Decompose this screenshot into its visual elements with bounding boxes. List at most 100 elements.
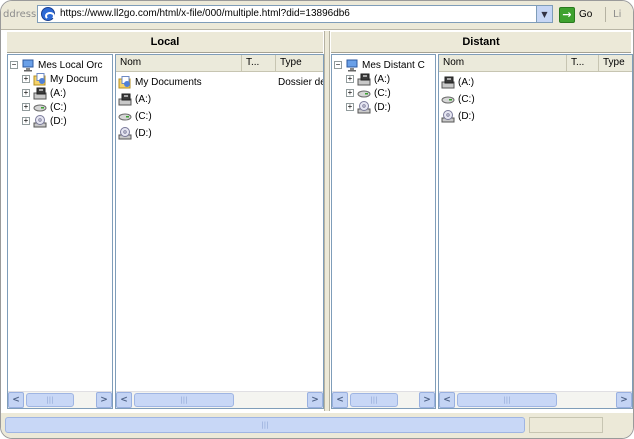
distant-tree-item-d[interactable]: + (D:) bbox=[346, 100, 391, 114]
local-panel-header: Local bbox=[7, 32, 323, 53]
hard-drive-icon bbox=[441, 93, 455, 106]
tree-label: (C:) bbox=[374, 87, 391, 99]
distant-tree-item-a[interactable]: + (A:) bbox=[346, 72, 390, 86]
local-list-hscrollbar[interactable]: < ||| > bbox=[116, 391, 323, 408]
tree-label: My Docum bbox=[50, 73, 98, 85]
expand-icon[interactable]: + bbox=[346, 103, 354, 111]
tree-label: (D:) bbox=[374, 101, 391, 113]
distant-tree-pane[interactable]: − Mes Distant C + (A:) + (C:) + (D:) < |… bbox=[331, 54, 436, 409]
distant-column-header: Nom T... Type bbox=[439, 55, 632, 72]
cd-drive-icon bbox=[33, 114, 47, 128]
status-panel bbox=[529, 417, 603, 433]
go-button[interactable]: → Go bbox=[559, 6, 592, 23]
scroll-left-icon[interactable]: < bbox=[116, 392, 132, 408]
column-type[interactable]: Type bbox=[276, 55, 323, 71]
column-type[interactable]: Type bbox=[599, 55, 632, 71]
my-documents-icon bbox=[118, 75, 132, 89]
expand-icon[interactable]: + bbox=[22, 117, 30, 125]
cd-drive-icon bbox=[118, 126, 132, 140]
local-tree-item-d[interactable]: + (D:) bbox=[22, 114, 67, 128]
expand-icon[interactable]: + bbox=[346, 89, 354, 97]
scroll-right-icon[interactable]: > bbox=[307, 392, 323, 408]
address-label: ddress bbox=[3, 9, 37, 20]
tree-label: (D:) bbox=[50, 115, 67, 127]
panel-splitter[interactable] bbox=[324, 31, 330, 411]
floppy-drive-icon bbox=[33, 87, 47, 100]
toolbar-separator bbox=[605, 7, 606, 22]
local-tree-item-a[interactable]: + (A:) bbox=[22, 86, 66, 100]
item-name: (D:) bbox=[458, 110, 475, 122]
cd-drive-icon bbox=[357, 100, 371, 114]
go-arrow-icon: → bbox=[559, 6, 575, 23]
expand-icon[interactable]: + bbox=[22, 75, 30, 83]
scroll-thumb[interactable]: ||| bbox=[350, 393, 398, 407]
item-name: (A:) bbox=[135, 93, 152, 105]
computer-icon bbox=[345, 59, 359, 72]
scroll-left-icon[interactable]: < bbox=[332, 392, 348, 408]
tree-label: Mes Distant C bbox=[362, 59, 425, 71]
item-name: (C:) bbox=[135, 110, 152, 122]
scroll-right-icon[interactable]: > bbox=[96, 392, 112, 408]
local-tree-pane[interactable]: − Mes Local Orc + My Docum + (A:) + (C:)… bbox=[7, 54, 113, 409]
app-window: ddress https://www.ll2go.com/html/x-file… bbox=[0, 0, 634, 439]
go-label: Go bbox=[579, 9, 593, 20]
distant-panel-header: Distant bbox=[331, 32, 631, 53]
list-item[interactable]: (A:) bbox=[441, 74, 474, 90]
hard-drive-icon bbox=[33, 101, 47, 114]
collapse-icon[interactable]: − bbox=[10, 61, 18, 69]
column-name[interactable]: Nom bbox=[439, 55, 567, 71]
local-tree-item-c[interactable]: + (C:) bbox=[22, 100, 67, 114]
item-name: (A:) bbox=[458, 76, 475, 88]
list-item[interactable]: (D:) bbox=[118, 125, 152, 141]
floppy-drive-icon bbox=[118, 93, 132, 106]
status-bar: ||| bbox=[1, 413, 633, 438]
scroll-thumb[interactable]: ||| bbox=[134, 393, 234, 407]
list-item[interactable]: (C:) bbox=[118, 108, 152, 124]
item-name: (C:) bbox=[458, 93, 475, 105]
local-tree-item-mydocs[interactable]: + My Docum bbox=[22, 72, 98, 86]
distant-tree-item-c[interactable]: + (C:) bbox=[346, 86, 391, 100]
scroll-left-icon[interactable]: < bbox=[439, 392, 455, 408]
floppy-drive-icon bbox=[357, 73, 371, 86]
list-item[interactable]: (C:) bbox=[441, 91, 475, 107]
distant-tree-hscrollbar[interactable]: < ||| > bbox=[332, 391, 435, 408]
local-tree-root[interactable]: − Mes Local Orc bbox=[10, 58, 102, 72]
hard-drive-icon bbox=[357, 87, 371, 100]
expand-icon[interactable]: + bbox=[22, 89, 30, 97]
scroll-right-icon[interactable]: > bbox=[419, 392, 435, 408]
scroll-thumb[interactable]: ||| bbox=[26, 393, 74, 407]
local-tree-hscrollbar[interactable]: < ||| > bbox=[8, 391, 112, 408]
tree-label: (A:) bbox=[374, 73, 391, 85]
distant-list-hscrollbar[interactable]: < ||| > bbox=[439, 391, 632, 408]
cd-drive-icon bbox=[441, 109, 455, 123]
list-item[interactable]: My Documents Dossier de bbox=[118, 74, 323, 90]
collapse-icon[interactable]: − bbox=[334, 61, 342, 69]
hard-drive-icon bbox=[118, 110, 132, 123]
list-item[interactable]: (D:) bbox=[441, 108, 475, 124]
address-input[interactable]: https://www.ll2go.com/html/x-file/000/mu… bbox=[37, 5, 553, 23]
item-type: Dossier de bbox=[278, 76, 324, 88]
scroll-right-icon[interactable]: > bbox=[616, 392, 632, 408]
ie-page-icon bbox=[41, 7, 55, 21]
links-label[interactable]: Li bbox=[613, 9, 621, 20]
item-name: (D:) bbox=[135, 127, 152, 139]
expand-icon[interactable]: + bbox=[346, 75, 354, 83]
distant-file-list[interactable]: Nom T... Type (A:) (C:) (D:) < ||| > bbox=[438, 54, 633, 409]
scroll-left-icon[interactable]: < bbox=[8, 392, 24, 408]
local-column-header: Nom T... Type bbox=[116, 55, 323, 72]
my-documents-icon bbox=[33, 72, 47, 86]
item-name: My Documents bbox=[135, 76, 202, 88]
computer-icon bbox=[21, 59, 35, 72]
chevron-down-icon[interactable]: ▼ bbox=[536, 6, 552, 22]
expand-icon[interactable]: + bbox=[22, 103, 30, 111]
distant-tree-root[interactable]: − Mes Distant C bbox=[334, 58, 425, 72]
page-hscroll-thumb[interactable]: ||| bbox=[5, 417, 525, 433]
column-size[interactable]: T... bbox=[567, 55, 599, 71]
floppy-drive-icon bbox=[441, 76, 455, 89]
tree-label: Mes Local Orc bbox=[38, 59, 103, 71]
scroll-thumb[interactable]: ||| bbox=[457, 393, 557, 407]
column-name[interactable]: Nom bbox=[116, 55, 242, 71]
local-file-list[interactable]: Nom T... Type My Documents Dossier de (A… bbox=[115, 54, 324, 409]
column-size[interactable]: T... bbox=[242, 55, 276, 71]
list-item[interactable]: (A:) bbox=[118, 91, 151, 107]
